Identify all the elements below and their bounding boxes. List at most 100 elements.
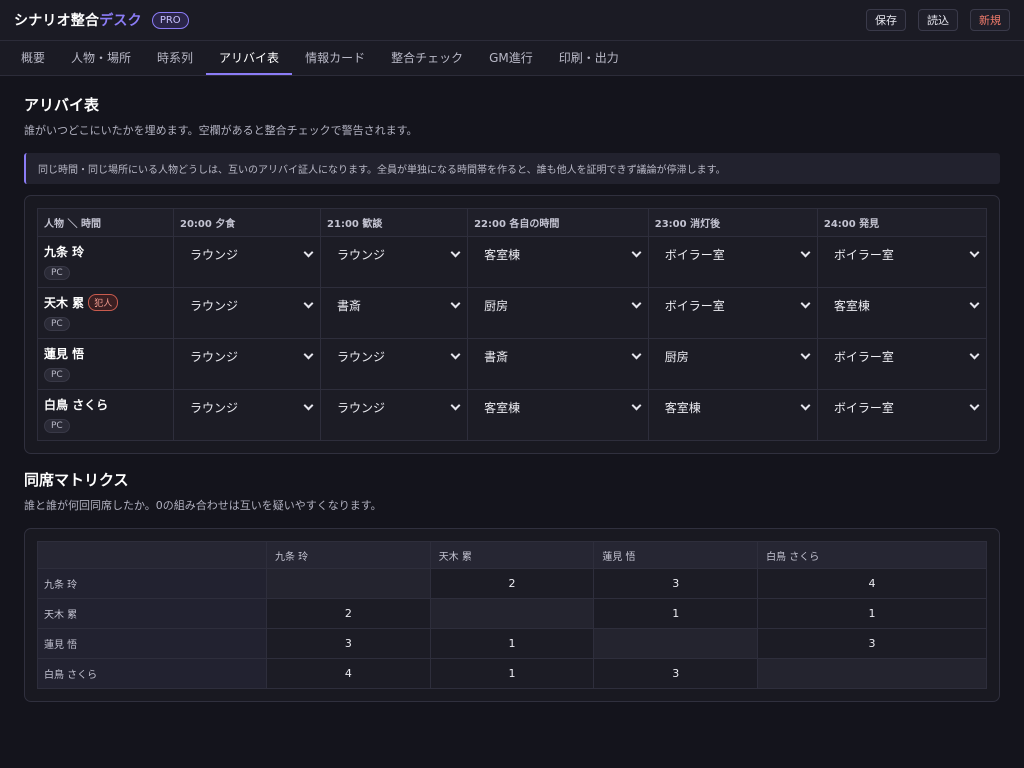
location-value: ボイラー室 [664, 298, 725, 313]
alibi-subtitle: 誰がいつどこにいたかを埋めます。空欄があると整合チェックで警告されます。 [24, 124, 418, 137]
header-actions: 保存 読込 新規 [866, 9, 1010, 31]
location-select[interactable]: ボイラー室 [818, 237, 986, 271]
location-select[interactable]: 書斎 [321, 288, 467, 322]
chevron-down-icon [631, 400, 642, 410]
time-header: 22:00 各自の時間 [467, 208, 649, 237]
chevron-down-icon [969, 247, 980, 257]
alibi-table: 人物 ＼ 時間 20:00 夕食 21:00 歓談 22:00 各自の時間 23:00… [37, 208, 988, 441]
matrix-cell: 3 [266, 628, 431, 659]
alibi-corner-header: 人物 ＼ 時間 [37, 208, 174, 237]
role-badge: PC [44, 266, 70, 280]
location-cell: 厨房 [647, 338, 818, 390]
matrix-self-cell [593, 628, 759, 659]
chevron-down-icon [450, 298, 461, 308]
save-button[interactable]: 保存 [866, 9, 906, 31]
location-select[interactable]: ラウンジ [321, 237, 467, 271]
location-select[interactable]: ラウンジ [321, 339, 467, 373]
chevron-down-icon [800, 349, 811, 359]
location-value: ラウンジ [190, 298, 239, 313]
role-badge: PC [44, 317, 70, 331]
location-value: 厨房 [484, 298, 509, 313]
matrix-row-header: 天木 累 [37, 598, 267, 629]
new-button[interactable]: 新規 [970, 9, 1010, 31]
role-badge: PC [44, 368, 70, 382]
location-value: 書斎 [337, 298, 362, 313]
location-select[interactable]: 書斎 [468, 339, 648, 373]
location-select[interactable]: 客室棟 [468, 390, 648, 424]
location-cell: 客室棟 [647, 389, 818, 441]
tab-4[interactable]: 情報カード [292, 41, 378, 75]
tab-7[interactable]: 印刷・出力 [546, 41, 632, 75]
matrix-row-header: 九条 玲 [37, 568, 267, 599]
matrix-cell: 4 [266, 658, 431, 689]
location-cell: ボイラー室 [816, 338, 988, 390]
location-cell: ラウンジ [172, 389, 322, 441]
matrix-cell: 2 [266, 598, 431, 629]
matrix-card: 九条 玲天木 累蓮見 悟白鳥 さくら 九条 玲 2 3 4 天木 累 2 1 1 蓮見 悟313… [24, 528, 1000, 702]
location-cell: 客室棟 [467, 236, 649, 288]
location-select[interactable]: ラウンジ [174, 339, 320, 373]
location-select[interactable]: ボイラー室 [649, 237, 817, 271]
matrix-cell: 3 [757, 628, 987, 659]
location-value: ラウンジ [190, 349, 239, 364]
location-value: ラウンジ [337, 349, 386, 364]
location-select[interactable]: 客室棟 [468, 237, 648, 271]
load-button[interactable]: 読込 [918, 9, 958, 31]
matrix-col-header: 九条 玲 [266, 541, 431, 569]
tab-2[interactable]: 時系列 [144, 41, 206, 75]
tab-3[interactable]: アリバイ表 [206, 41, 293, 75]
location-value: ラウンジ [337, 247, 386, 262]
time-header: 20:00 夕食 [172, 208, 322, 237]
location-select[interactable]: 客室棟 [818, 288, 986, 322]
location-cell: 客室棟 [467, 389, 649, 441]
alibi-row: 白鳥 さくら PC ラウンジ ラウンジ 客室棟 客室棟 ボイラー室 [37, 389, 988, 441]
chevron-down-icon [969, 298, 980, 308]
location-cell: ラウンジ [172, 287, 322, 339]
matrix-col-header: 白鳥 さくら [757, 541, 987, 569]
location-select[interactable]: ボイラー室 [818, 339, 986, 373]
chevron-down-icon [800, 400, 811, 410]
matrix-table: 九条 玲天木 累蓮見 悟白鳥 さくら 九条 玲 2 3 4 天木 累 2 1 1 蓮見 悟313… [37, 541, 987, 689]
location-cell: ボイラー室 [816, 236, 988, 288]
location-value: ラウンジ [190, 247, 239, 262]
tab-0[interactable]: 概要 [8, 41, 58, 75]
location-select[interactable]: ラウンジ [174, 390, 320, 424]
location-cell: 書斎 [467, 338, 649, 390]
chevron-down-icon [631, 247, 642, 257]
brand: シナリオ整合デスク PRO [14, 10, 189, 30]
person-cell: 天木 累犯人 PC [37, 287, 174, 339]
matrix-cell: 1 [429, 658, 595, 689]
location-select[interactable]: ラウンジ [174, 288, 320, 322]
app-title: シナリオ整合デスク [14, 10, 142, 30]
location-select[interactable]: 厨房 [649, 339, 817, 373]
location-cell: ボイラー室 [647, 287, 818, 339]
chevron-down-icon [450, 400, 461, 410]
person-name-row: 蓮見 悟 [44, 345, 167, 362]
alibi-row: 天木 累犯人 PC ラウンジ 書斎 厨房 ボイラー室 客室棟 [37, 287, 988, 339]
app-title-accent: デスク [99, 13, 142, 29]
alibi-card: 人物 ＼ 時間 20:00 夕食 21:00 歓談 22:00 各自の時間 23:00… [24, 195, 1000, 454]
tab-5[interactable]: 整合チェック [378, 41, 476, 75]
location-value: 書斎 [484, 349, 509, 364]
matrix-corner [37, 541, 267, 569]
alibi-title: アリバイ表 [24, 96, 100, 114]
location-select[interactable]: ボイラー室 [649, 288, 817, 322]
location-value: ボイラー室 [833, 247, 894, 262]
location-value: ボイラー室 [833, 349, 894, 364]
location-select[interactable]: ボイラー室 [818, 390, 986, 424]
time-header: 23:00 消灯後 [647, 208, 818, 237]
location-select[interactable]: 客室棟 [649, 390, 817, 424]
person-name: 九条 玲 [44, 245, 85, 259]
location-cell: ラウンジ [320, 338, 469, 390]
location-value: 客室棟 [833, 298, 870, 313]
person-name: 白鳥 さくら [44, 398, 109, 412]
location-select[interactable]: ラウンジ [174, 237, 320, 271]
tab-1[interactable]: 人物・場所 [58, 41, 144, 75]
matrix-cell: 3 [593, 658, 759, 689]
location-select[interactable]: ラウンジ [321, 390, 467, 424]
person-cell: 九条 玲 PC [37, 236, 174, 288]
matrix-cell: 4 [757, 568, 987, 599]
location-select[interactable]: 厨房 [468, 288, 648, 322]
tab-6[interactable]: GM進行 [476, 41, 546, 75]
time-header: 21:00 歓談 [320, 208, 469, 237]
